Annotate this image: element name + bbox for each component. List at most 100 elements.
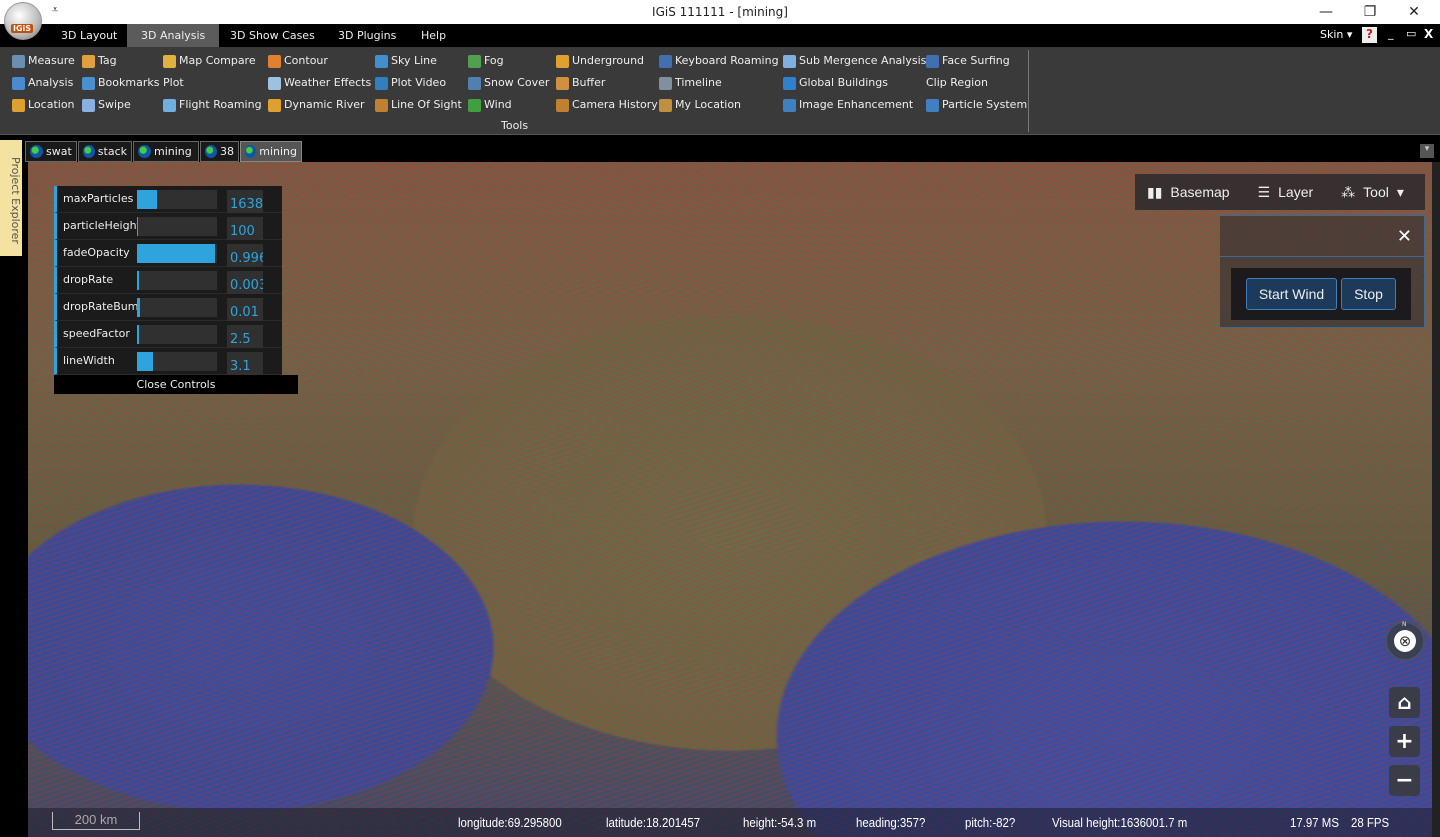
mdi-restore-button[interactable]: ▭ <box>1406 27 1416 40</box>
ribbon-item-label: Weather Effects <box>284 76 372 89</box>
ribbon-item-image-enhancement[interactable]: Image Enhancement <box>783 96 913 114</box>
title-bar: ⩡ IGiS 111111 - [mining] — ❐ ✕ <box>0 0 1440 24</box>
control-slider[interactable] <box>137 244 217 263</box>
mdi-minimize-button[interactable]: _ <box>1388 27 1394 40</box>
ribbon-item-measure[interactable]: Measure <box>12 52 75 70</box>
ribbon-item-bookmarks[interactable]: Bookmarks <box>82 74 159 92</box>
document-tab-label: swat <box>46 145 72 158</box>
ribbon-item-keyboard-roaming[interactable]: Keyboard Roaming <box>659 52 779 70</box>
control-particleHeight: particleHeight 100 <box>54 213 282 240</box>
home-icon: ⌂ <box>1397 690 1412 714</box>
control-value-input[interactable]: 1638 <box>227 190 263 213</box>
mdi-close-button[interactable]: X <box>1424 27 1433 41</box>
ribbon-item-global-buildings[interactable]: Global Buildings <box>783 74 888 92</box>
ribbon-item-map-compare[interactable]: Map Compare <box>163 52 256 70</box>
slider-fill <box>137 325 139 344</box>
ribbon-item-plot-video[interactable]: Plot Video <box>375 74 446 92</box>
ribbon-item-timeline[interactable]: Timeline <box>659 74 722 92</box>
ribbon-item-label: Tag <box>98 54 117 67</box>
project-explorer-tab[interactable]: Project Explorer <box>0 140 22 256</box>
ribbon-item-label: Face Surfing <box>942 54 1010 67</box>
submergence-icon <box>783 54 796 68</box>
ribbon-item-camera-history[interactable]: Camera History <box>556 96 658 114</box>
skin-dropdown[interactable]: Skin ▾ <box>1320 28 1352 41</box>
ribbon-item-label: Camera History <box>572 98 658 111</box>
tool-dropdown[interactable]: ⁂ Tool ▾ <box>1329 184 1416 201</box>
tab-list-dropdown[interactable]: ▾ <box>1420 144 1434 158</box>
ribbon-item-label: Wind <box>484 98 512 111</box>
control-slider[interactable] <box>137 325 217 344</box>
ribbon-item-face-surfing[interactable]: Face Surfing <box>926 52 1010 70</box>
help-icon[interactable]: ? <box>1362 27 1377 43</box>
menu-tab-3d-plugins[interactable]: 3D Plugins <box>324 24 410 47</box>
document-tab-label: stack <box>97 145 127 158</box>
image-enhance-icon <box>783 98 796 112</box>
logo-text: IGiS <box>11 24 34 33</box>
menu-tab-3d-layout[interactable]: 3D Layout <box>47 24 131 47</box>
document-tab-mining[interactable]: mining <box>240 141 302 162</box>
document-tab-swat[interactable]: swat <box>25 141 77 162</box>
control-slider[interactable] <box>137 271 217 290</box>
ribbon-item-wind[interactable]: Wind <box>468 96 512 114</box>
control-value-input[interactable]: 3.1 <box>227 352 263 375</box>
ribbon-item-location[interactable]: Location <box>12 96 75 114</box>
ribbon-item-flight-roaming[interactable]: Flight Roaming <box>163 96 262 114</box>
minimize-button[interactable]: — <box>1306 2 1346 22</box>
layer-button[interactable]: ☰ Layer <box>1246 184 1326 201</box>
ribbon-item-my-location[interactable]: My Location <box>659 96 741 114</box>
control-label: dropRate <box>63 273 114 286</box>
ribbon-item-weather-effects[interactable]: Weather Effects <box>268 74 371 92</box>
home-button[interactable]: ⌂ <box>1389 687 1420 718</box>
app-logo[interactable]: IGiS <box>4 2 42 40</box>
zoom-in-button[interactable]: + <box>1389 726 1420 757</box>
document-tab-stack[interactable]: stack <box>78 141 132 162</box>
document-tab-label: 38 <box>220 145 234 158</box>
ribbon-item-sky-line[interactable]: Sky Line <box>375 52 437 70</box>
ribbon-item-analysis[interactable]: Analysis <box>12 74 73 92</box>
ribbon-item-dynamic-river[interactable]: Dynamic River <box>268 96 365 114</box>
control-value-input[interactable]: 0.996 <box>227 244 263 267</box>
ribbon-item-clip-region[interactable]: Clip Region <box>926 74 988 92</box>
zoom-out-button[interactable]: − <box>1389 765 1420 796</box>
weather-icon <box>268 76 281 90</box>
control-value-input[interactable]: 0.01 <box>227 298 263 321</box>
ribbon-item-contour[interactable]: Contour <box>268 52 328 70</box>
ribbon-item-tag[interactable]: Tag <box>82 52 117 70</box>
globe-icon <box>30 145 43 158</box>
document-tab-38[interactable]: 38 <box>200 141 239 162</box>
close-controls-button[interactable]: Close Controls <box>54 375 298 394</box>
ribbon-item-snow-cover[interactable]: Snow Cover <box>468 74 549 92</box>
compass[interactable]: N ⊗ <box>1385 621 1425 661</box>
camera-history-icon <box>556 98 569 112</box>
close-icon[interactable]: ✕ <box>1397 226 1412 247</box>
document-tab-mining[interactable]: mining <box>133 141 199 162</box>
ribbon-item-swipe[interactable]: Swipe <box>82 96 131 114</box>
ribbon-item-particle-system[interactable]: Particle System <box>926 96 1027 114</box>
control-slider[interactable] <box>137 190 217 209</box>
ribbon-item-underground[interactable]: Underground <box>556 52 644 70</box>
menu-tab-3d-analysis[interactable]: 3D Analysis <box>127 24 220 47</box>
stop-button[interactable]: Stop <box>1341 278 1396 310</box>
ribbon-item-fog[interactable]: Fog <box>468 52 504 70</box>
ribbon-item-label: Map Compare <box>179 54 256 67</box>
basemap-button[interactable]: ▮▮ Basemap <box>1135 184 1242 201</box>
control-value-input[interactable]: 0.003 <box>227 271 263 294</box>
globe-icon <box>83 145 95 158</box>
control-value-input[interactable]: 100 <box>227 217 263 240</box>
ribbon-item-line-of-sight[interactable]: Line Of Sight <box>375 96 462 114</box>
control-slider[interactable] <box>137 352 217 371</box>
maximize-button[interactable]: ❐ <box>1350 2 1390 22</box>
window-title: IGiS 111111 - [mining] <box>652 5 788 19</box>
menu-tab-help[interactable]: Help <box>407 24 460 47</box>
ribbon-item-sub-mergence-analysis[interactable]: Sub Mergence Analysis <box>783 52 926 70</box>
control-slider[interactable] <box>137 217 217 236</box>
menu-tab-3d-show-cases[interactable]: 3D Show Cases <box>216 24 329 47</box>
close-window-button[interactable]: ✕ <box>1394 2 1434 22</box>
start-wind-button[interactable]: Start Wind <box>1246 278 1337 310</box>
contour-icon <box>268 54 281 68</box>
control-lineWidth: lineWidth 3.1 <box>54 348 282 375</box>
ribbon-item-plot[interactable]: Plot <box>163 74 184 92</box>
control-slider[interactable] <box>137 298 217 317</box>
ribbon-item-buffer[interactable]: Buffer <box>556 74 605 92</box>
control-value-input[interactable]: 2.5 <box>227 325 263 348</box>
